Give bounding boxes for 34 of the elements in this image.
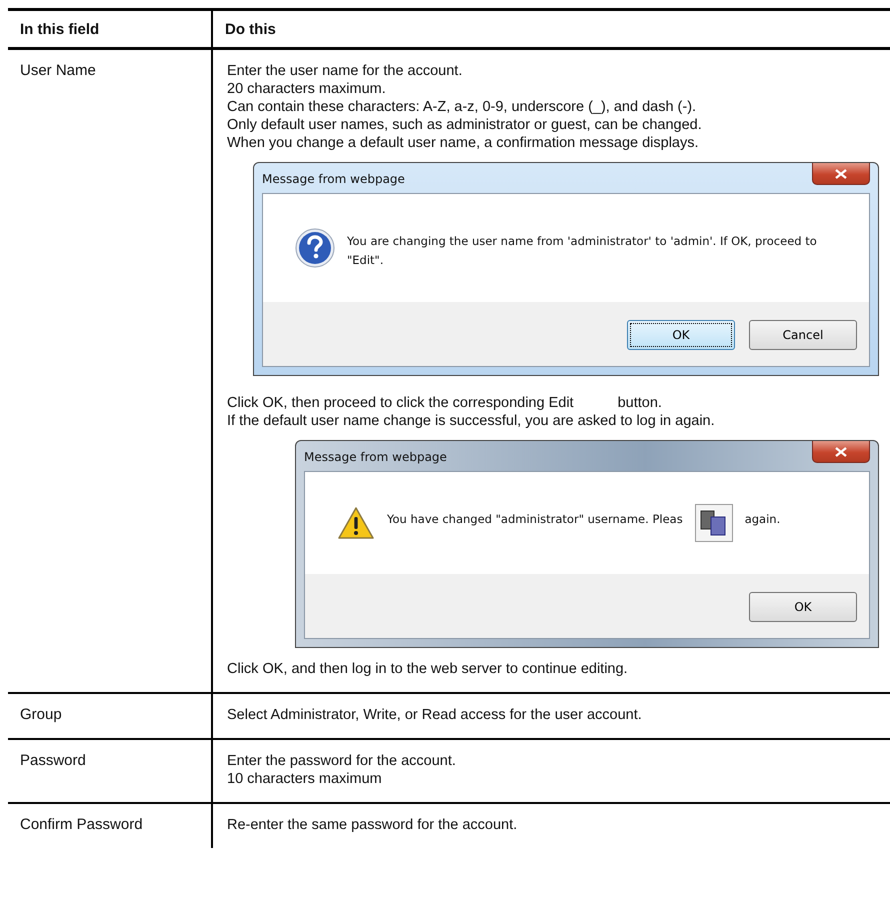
column-header: Do this bbox=[213, 11, 890, 50]
dialog-message: You have changed "administrator" username. Pleas bbox=[387, 511, 683, 528]
instruction-text: 20 characters maximum. bbox=[227, 80, 387, 98]
instruction-text: Only default user names, such as administrator or guest, can be changed. bbox=[227, 116, 703, 134]
dialog-title: Message from webpage bbox=[262, 172, 405, 186]
instruction-text: Enter the user name for the account. bbox=[227, 62, 464, 80]
column-header: In this field bbox=[8, 11, 213, 50]
instruction-text: Enter the password for the account. bbox=[227, 752, 457, 770]
instruction-text: When you change a default user name, a confirmation message displays. bbox=[227, 134, 700, 152]
field-name-cell: Group bbox=[8, 694, 213, 740]
field-name-cell: Password bbox=[8, 740, 213, 804]
field-name-cell: Confirm Password bbox=[8, 804, 213, 848]
question-icon bbox=[295, 228, 335, 268]
dialog-button[interactable]: OK bbox=[749, 592, 857, 622]
documents-icon bbox=[694, 504, 733, 542]
dialog-title: Message from webpage bbox=[304, 450, 447, 464]
close-button[interactable] bbox=[812, 163, 870, 185]
instruction-text: Re-enter the same password for the account. bbox=[227, 816, 518, 834]
instruction-text: If the default user name change is successful, you are asked to log in again. bbox=[227, 412, 716, 430]
instruction-text: Click OK, then proceed to click the corresponding Edit bbox=[227, 394, 574, 412]
dialog-button[interactable]: OK bbox=[627, 320, 735, 350]
field-name-cell: User Name bbox=[8, 50, 213, 694]
dialog-button[interactable]: Cancel bbox=[749, 320, 857, 350]
instruction-text: Can contain these characters: A-Z, a-z, 0-9, underscore (_), and dash (-). bbox=[227, 98, 698, 116]
dialog-message: again. bbox=[744, 511, 780, 528]
instruction-text: Select Administrator, Write, or Read access for the user account. bbox=[227, 706, 643, 724]
instruction-text: 10 characters maximum bbox=[227, 770, 383, 788]
instruction-text: Click OK, and then log in to the web server to continue editing. bbox=[227, 660, 629, 678]
instruction-text: button. bbox=[618, 394, 662, 412]
close-icon bbox=[835, 168, 847, 178]
close-icon bbox=[835, 446, 847, 456]
dialog-message: You are changing the user name from 'administrator' to 'admin'. If OK, proceed to "Edit". bbox=[347, 233, 817, 269]
warning-icon bbox=[337, 506, 375, 540]
close-button[interactable] bbox=[812, 441, 870, 463]
